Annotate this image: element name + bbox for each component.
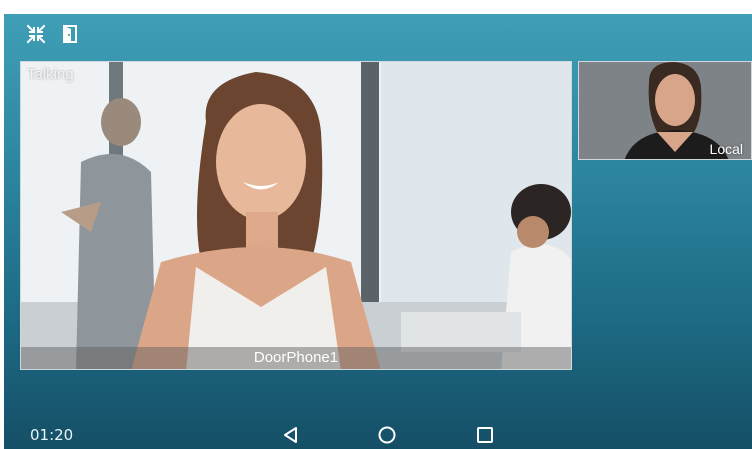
local-video[interactable]: Local: [578, 61, 752, 160]
remote-video[interactable]: Talking DoorPhone1: [20, 61, 572, 370]
recents-icon[interactable]: [474, 424, 496, 446]
call-screen: Talking DoorPhone1 Local 01:20: [4, 14, 752, 449]
door-open-icon[interactable]: [60, 24, 80, 44]
home-icon[interactable]: [376, 424, 398, 446]
local-video-label: Local: [709, 141, 743, 157]
call-status-label: Talking: [27, 66, 74, 83]
exit-fullscreen-icon[interactable]: [26, 24, 46, 44]
remote-caller-name: DoorPhone1: [21, 347, 571, 369]
call-duration-timer: 01:20: [30, 426, 74, 444]
back-icon[interactable]: [280, 424, 302, 446]
remote-video-feed: [21, 62, 571, 369]
